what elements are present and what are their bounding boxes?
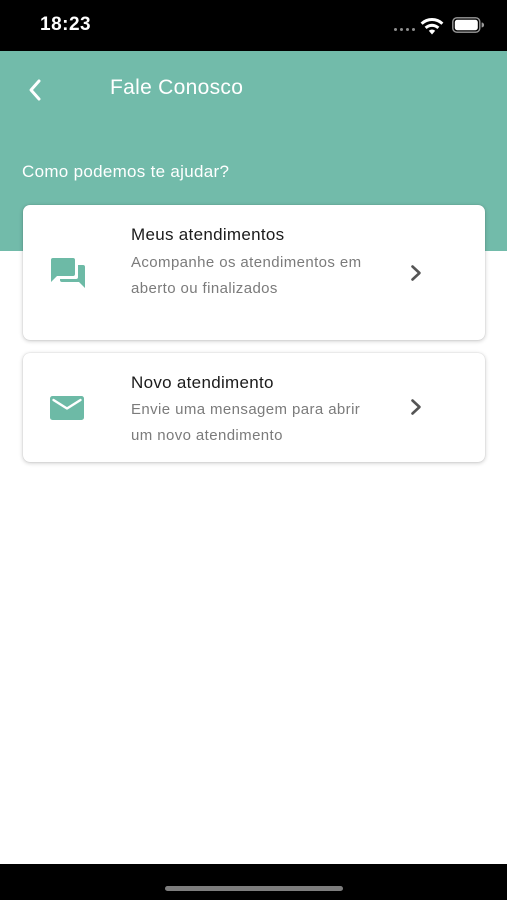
option-title: Meus atendimentos xyxy=(131,225,285,244)
status-bar: 18:23 xyxy=(0,0,507,51)
option-description: Envie uma mensagem para abrir um novo at… xyxy=(131,401,361,444)
chat-bubbles-icon xyxy=(51,258,85,288)
option-title: Novo atendimento xyxy=(131,373,274,392)
wifi-icon xyxy=(420,17,444,35)
back-button[interactable] xyxy=(20,75,50,105)
signal-dots-icon xyxy=(394,28,415,31)
option-meus-atendimentos[interactable]: Meus atendimentos Acompanhe os atendimen… xyxy=(23,205,485,340)
option-description: Acompanhe os atendimentos em aberto ou f… xyxy=(131,254,362,297)
chevron-left-icon xyxy=(29,79,41,101)
chevron-right-icon xyxy=(411,265,421,281)
home-indicator[interactable] xyxy=(165,886,343,891)
status-time: 18:23 xyxy=(40,14,92,35)
option-novo-atendimento[interactable]: Novo atendimento Envie uma mensagem para… xyxy=(23,353,485,462)
page-title: Fale Conosco xyxy=(110,76,244,99)
page-subtitle: Como podemos te ajudar? xyxy=(22,162,230,181)
battery-icon xyxy=(452,17,485,33)
chevron-right-icon xyxy=(411,399,421,415)
envelope-icon xyxy=(50,396,84,420)
bottom-bar xyxy=(0,864,507,900)
